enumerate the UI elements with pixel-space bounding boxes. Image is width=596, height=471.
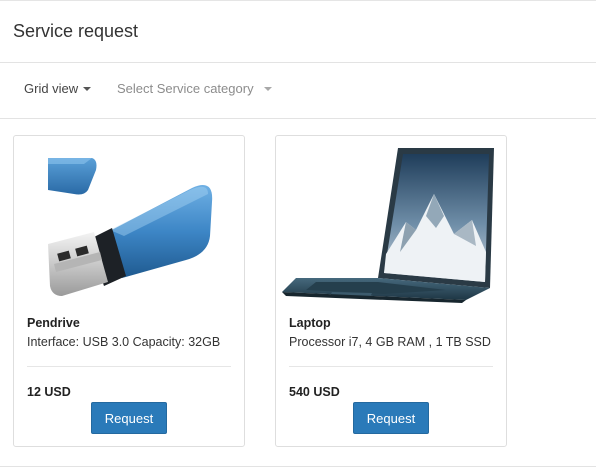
service-card-laptop[interactable]: Laptop Processor i7, 4 GB RAM , 1 TB SSD…: [275, 135, 507, 447]
bottom-divider: [0, 466, 596, 467]
request-button[interactable]: Request: [91, 402, 167, 434]
service-category-select[interactable]: Select Service category: [117, 81, 272, 96]
service-category-placeholder: Select Service category: [117, 81, 254, 96]
caret-down-icon: [83, 86, 92, 91]
card-description: Interface: USB 3.0 Capacity: 32GB: [27, 335, 221, 349]
service-card-pendrive[interactable]: Pendrive Interface: USB 3.0 Capacity: 32…: [13, 135, 245, 447]
card-price: 540 USD: [289, 385, 340, 399]
page-title: Service request: [13, 21, 139, 41]
card-title: Pendrive: [27, 316, 80, 330]
page-header: Service request: [0, 1, 596, 63]
request-button[interactable]: Request: [353, 402, 429, 434]
pendrive-image: [14, 136, 244, 304]
grid-view-label: Grid view: [24, 81, 79, 96]
card-divider: [289, 366, 493, 367]
card-title: Laptop: [289, 316, 331, 330]
card-divider: [27, 366, 231, 367]
laptop-image: [276, 136, 506, 304]
grid-view-dropdown[interactable]: Grid view: [24, 81, 92, 96]
caret-down-icon: [263, 86, 272, 91]
card-price: 12 USD: [27, 385, 71, 399]
toolbar: Grid view Select Service category: [0, 63, 596, 119]
card-description: Processor i7, 4 GB RAM , 1 TB SSD: [289, 335, 491, 349]
